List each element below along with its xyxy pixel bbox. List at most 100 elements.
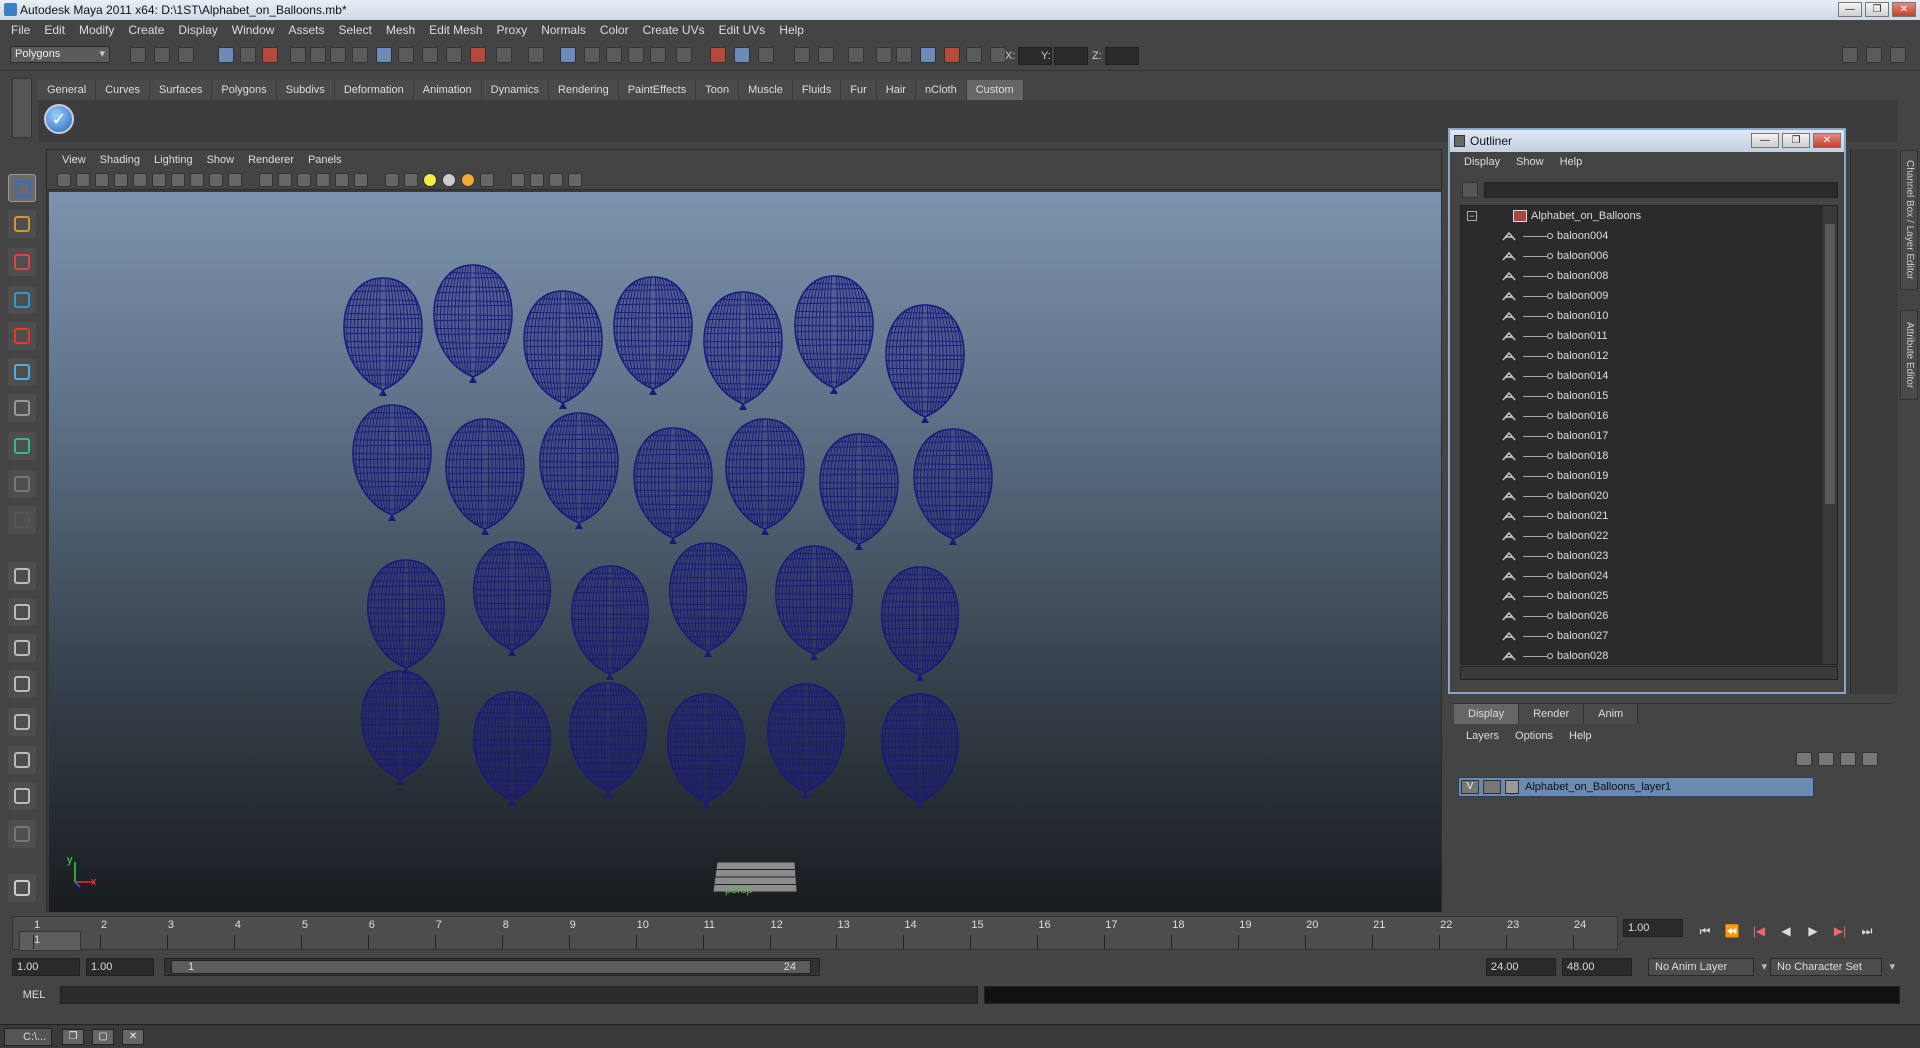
- outliner-item-baloon009[interactable]: baloon009: [1461, 286, 1821, 306]
- layer-tab-anim[interactable]: Anim: [1584, 704, 1639, 724]
- outliner-menu-help[interactable]: Help: [1552, 156, 1591, 168]
- snap-grid-icon[interactable]: [290, 47, 306, 63]
- menu-item-display[interactable]: Display: [171, 23, 224, 37]
- step-forward-frame-icon[interactable]: ▶|: [1831, 924, 1849, 938]
- hypershade-icon[interactable]: [676, 47, 692, 63]
- taskbar-close-button[interactable]: ✕: [122, 1029, 144, 1045]
- menu-item-create-uvs[interactable]: Create UVs: [636, 23, 712, 37]
- snap-live-icon[interactable]: [376, 47, 392, 63]
- outliner-item-baloon020[interactable]: baloon020: [1461, 486, 1821, 506]
- step-back-key-icon[interactable]: ⏪: [1723, 924, 1741, 938]
- single-perspective-layout-icon[interactable]: [8, 562, 36, 590]
- panel-tool-icon-7[interactable]: [190, 173, 204, 187]
- range-slider[interactable]: 1 24: [164, 958, 820, 976]
- open-scene-icon[interactable]: [154, 47, 170, 63]
- save-scene-icon[interactable]: [178, 47, 194, 63]
- balloon-0-2[interactable]: [507, 275, 619, 414]
- panel-tool-icon-23[interactable]: [530, 173, 544, 187]
- render-settings-icon[interactable]: [650, 47, 666, 63]
- ipr-render-icon[interactable]: [628, 47, 644, 63]
- outliner-item-baloon025[interactable]: baloon025: [1461, 586, 1821, 606]
- last-tool-icon[interactable]: [8, 506, 36, 534]
- outliner-horizontal-scrollbar[interactable]: [1460, 666, 1838, 680]
- balloon-0-1[interactable]: [417, 249, 529, 388]
- play-backward-icon[interactable]: ◀: [1777, 924, 1795, 938]
- tab-curves[interactable]: Curves: [96, 80, 150, 100]
- tab-fur[interactable]: Fur: [841, 80, 877, 100]
- channel-box-tab[interactable]: Channel Box / Layer Editor: [1900, 150, 1918, 290]
- new-layer-selected-icon[interactable]: [1818, 752, 1834, 766]
- tab-rendering[interactable]: Rendering: [548, 80, 619, 100]
- menu-item-edit-mesh[interactable]: Edit Mesh: [422, 23, 489, 37]
- numeric-input-icon[interactable]: [990, 47, 1006, 63]
- persp-layout-icon[interactable]: [8, 746, 36, 774]
- panel-tool-icon-0[interactable]: [57, 173, 71, 187]
- panel-tool-icon-20[interactable]: [461, 173, 475, 187]
- tab-polygons[interactable]: Polygons: [212, 80, 277, 100]
- panel-menu-view[interactable]: View: [55, 154, 93, 166]
- outliner-root-row[interactable]: − Alphabet_on_Balloons: [1461, 206, 1821, 226]
- selection-mask-icon[interactable]: [560, 47, 576, 63]
- outliner-item-baloon015[interactable]: baloon015: [1461, 386, 1821, 406]
- outliner-item-baloon021[interactable]: baloon021: [1461, 506, 1821, 526]
- balloon-3-0[interactable]: [345, 656, 455, 790]
- close-button[interactable]: ✕: [1892, 2, 1916, 17]
- panel-tool-icon-24[interactable]: [549, 173, 563, 187]
- layer-tab-render[interactable]: Render: [1519, 704, 1585, 724]
- menu-item-mesh[interactable]: Mesh: [379, 23, 422, 37]
- tab-fluids[interactable]: Fluids: [792, 80, 842, 100]
- history-icon[interactable]: [398, 47, 414, 63]
- attribute-editor-tab[interactable]: Attribute Editor: [1900, 310, 1918, 400]
- layer-menu-help[interactable]: Help: [1561, 726, 1600, 746]
- persp-outliner-layout-icon[interactable]: [8, 634, 36, 662]
- render-layer-icon[interactable]: [710, 47, 726, 63]
- snap-plane-icon[interactable]: [352, 47, 368, 63]
- panel-tool-icon-18[interactable]: [423, 173, 437, 187]
- panel-tool-icon-14[interactable]: [335, 173, 349, 187]
- layer-menu-layers[interactable]: Layers: [1458, 726, 1507, 746]
- render-view-icon[interactable]: [584, 47, 600, 63]
- panel-tool-icon-17[interactable]: [404, 173, 418, 187]
- menu-item-color[interactable]: Color: [593, 23, 636, 37]
- panel-tool-icon-3[interactable]: [114, 173, 128, 187]
- filter-icon[interactable]: [1462, 182, 1478, 198]
- viewport-3d[interactable]: y x persp: [49, 192, 1441, 912]
- move-tool-icon[interactable]: [8, 286, 36, 314]
- face-icon[interactable]: [876, 47, 892, 63]
- panel-tool-icon-16[interactable]: [385, 173, 399, 187]
- panel-tool-icon-15[interactable]: [354, 173, 368, 187]
- outliner-item-baloon027[interactable]: baloon027: [1461, 626, 1821, 646]
- y-field[interactable]: [1054, 47, 1088, 65]
- menu-set-dropdown[interactable]: Polygons: [10, 46, 110, 63]
- layout-menu-icon[interactable]: [8, 820, 36, 848]
- outliner-item-baloon014[interactable]: baloon014: [1461, 366, 1821, 386]
- component-mode-icon[interactable]: [794, 47, 810, 63]
- current-time-field[interactable]: 1.00: [1623, 919, 1683, 937]
- outliner-vertical-scrollbar[interactable]: [1823, 206, 1837, 664]
- outliner-menu-display[interactable]: Display: [1456, 156, 1508, 168]
- object-mode-icon[interactable]: [920, 47, 936, 63]
- question-icon[interactable]: [496, 47, 512, 63]
- outliner-item-baloon026[interactable]: baloon026: [1461, 606, 1821, 626]
- balloon-2-1[interactable]: [457, 527, 567, 661]
- panel-menu-panels[interactable]: Panels: [301, 154, 349, 166]
- menu-item-edit[interactable]: Edit: [37, 23, 72, 37]
- outliner-item-baloon011[interactable]: baloon011: [1461, 326, 1821, 346]
- balloon-1-3[interactable]: [617, 413, 729, 549]
- outliner-item-baloon006[interactable]: baloon006: [1461, 246, 1821, 266]
- outliner-item-baloon017[interactable]: baloon017: [1461, 426, 1821, 446]
- menu-item-normals[interactable]: Normals: [534, 23, 593, 37]
- construction-icon[interactable]: [422, 47, 438, 63]
- panel-tool-icon-5[interactable]: [152, 173, 166, 187]
- panel-tool-icon-6[interactable]: [171, 173, 185, 187]
- outliner-item-baloon028[interactable]: baloon028: [1461, 646, 1821, 664]
- panel-tool-icon-11[interactable]: [278, 173, 292, 187]
- balloon-2-3[interactable]: [653, 528, 763, 662]
- collapse-icon[interactable]: −: [1467, 211, 1477, 221]
- balloon-2-0[interactable]: [351, 545, 461, 679]
- balloon-2-2[interactable]: [555, 551, 665, 685]
- layer-move-up-icon[interactable]: [1840, 752, 1856, 766]
- outliner-item-baloon016[interactable]: baloon016: [1461, 406, 1821, 426]
- lock-icon[interactable]: [528, 47, 544, 63]
- show-hide-tool-settings-icon[interactable]: [1890, 47, 1906, 63]
